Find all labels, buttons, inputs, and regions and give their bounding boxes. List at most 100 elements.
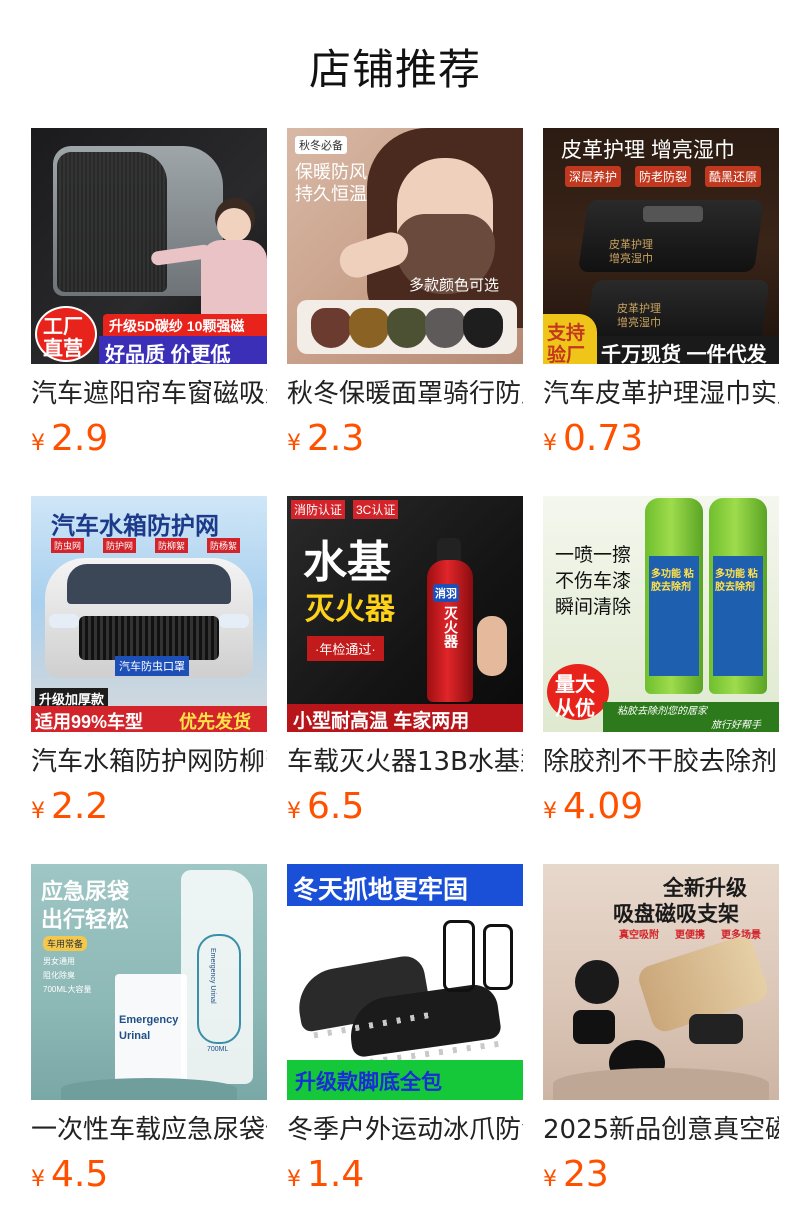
image-text: 粘胶去除剂您的居家 — [617, 706, 707, 717]
image-chip: 深层养护 — [565, 166, 622, 187]
image-text: 不伤车漆 — [555, 571, 632, 592]
image-text: 多款颜色可选 — [409, 277, 500, 294]
price-row: ¥1.4 — [287, 1154, 364, 1195]
image-banner-text: 好品质 价更低 — [105, 344, 231, 364]
product-price: 23 — [563, 1154, 609, 1195]
currency-symbol: ¥ — [287, 1167, 301, 1192]
image-text: 持久恒温 — [295, 184, 367, 204]
image-badge-text: 直营 — [43, 338, 83, 360]
image-chip: 真空吸附 — [619, 930, 659, 941]
image-text: 旅行好帮手 — [711, 720, 761, 731]
product-title[interactable]: 汽车遮阳帘车窗磁吸遮阳挡 — [31, 378, 267, 410]
product-image[interactable]: 一喷一擦 不伤车漆 瞬间清除 多功能 粘胶去除剂 多功能 粘胶去除剂 量大 从优… — [543, 496, 779, 732]
product-price: 0.73 — [563, 418, 644, 459]
currency-symbol: ¥ — [543, 431, 557, 456]
image-text: 消羽 — [433, 584, 459, 602]
image-tag: 秋冬必备 — [295, 136, 347, 154]
image-text: 700ML — [207, 1046, 229, 1053]
image-heading: 冬天抓地更牢固 — [293, 876, 469, 904]
product-card[interactable]: 汽车水箱防护网 防虫网 防护网 防柳絮 防杨絮 汽车防虫口罩 升级加厚款 适用9… — [31, 496, 267, 864]
image-text: 瞬间清除 — [555, 597, 632, 618]
price-row: ¥4.5 — [31, 1154, 108, 1195]
image-chip: 酷黑还原 — [705, 166, 762, 187]
product-image[interactable]: 皮革护理 增亮湿巾 深层养护 防老防裂 酷黑还原 皮革护理 增亮湿巾 皮革护理 … — [543, 128, 779, 364]
image-text: Urinal — [119, 1030, 151, 1042]
product-card[interactable]: 应急尿袋 出行轻松 车用常备 男女通用 阻化除臭 700ML大容量 Emerge… — [31, 864, 267, 1232]
image-big-text: 水基 — [303, 538, 391, 587]
currency-symbol: ¥ — [31, 431, 45, 456]
product-image[interactable]: 全新升级 吸盘磁吸支架 真空吸附 更便携 更多场景 — [543, 864, 779, 1100]
image-banner-text: 升级5D碳纱 10颗强磁 — [109, 318, 245, 334]
product-title[interactable]: 除胶剂不干胶去除剂多功能 — [543, 746, 779, 778]
image-heading: 吸盘磁吸支架 — [613, 903, 739, 926]
product-card[interactable]: 冬天抓地更牢固 升级款脚底全包 冬季户外运动冰爪防滑鞋套 ¥1.4 — [287, 864, 523, 1232]
image-text: 阻化除臭 — [43, 971, 75, 980]
image-text: 一喷一擦 — [555, 545, 632, 566]
product-card[interactable]: 一喷一擦 不伤车漆 瞬间清除 多功能 粘胶去除剂 多功能 粘胶去除剂 量大 从优… — [543, 496, 779, 864]
product-image[interactable]: 汽车水箱防护网 防虫网 防护网 防柳絮 防杨絮 汽车防虫口罩 升级加厚款 适用9… — [31, 496, 267, 732]
image-heading: 出行轻松 — [41, 907, 130, 932]
image-chip: 防虫网 — [51, 538, 85, 553]
product-card[interactable]: 秋冬必备 保暖防风 持久恒温 多款颜色可选 秋冬保暖面罩骑行防风口罩 ¥2.3 — [287, 128, 523, 496]
image-text: ·年检通过· — [307, 636, 384, 661]
price-row: ¥23 — [543, 1154, 609, 1195]
product-grid: 工厂 直营 升级5D碳纱 10颗强磁 好品质 价更低 汽车遮阳帘车窗磁吸遮阳挡 … — [31, 128, 779, 1232]
product-image[interactable]: 冬天抓地更牢固 升级款脚底全包 — [287, 864, 523, 1100]
image-tag: 3C认证 — [353, 500, 399, 519]
product-price: 2.9 — [51, 418, 109, 459]
image-badge-text: 验厂 — [547, 345, 586, 364]
currency-symbol: ¥ — [543, 1167, 557, 1192]
image-heading: 汽车水箱防护网 — [51, 513, 219, 540]
image-chip: 防柳絮 — [155, 538, 189, 553]
product-price: 1.4 — [307, 1154, 365, 1195]
image-text: Emergency — [119, 1014, 179, 1026]
image-heading: 皮革护理 增亮湿巾 — [561, 139, 735, 162]
product-card[interactable]: 全新升级 吸盘磁吸支架 真空吸附 更便携 更多场景 2025新品创意真空磁吸支架… — [543, 864, 779, 1232]
product-title[interactable]: 秋冬保暖面罩骑行防风口罩 — [287, 378, 523, 410]
image-text: 增亮湿巾 — [617, 317, 661, 329]
price-row: ¥4.09 — [543, 786, 643, 827]
image-chip: 防老防裂 — [635, 166, 692, 187]
currency-symbol: ¥ — [31, 1167, 45, 1192]
product-title[interactable]: 车载灭火器13B水基型灭火器 — [287, 746, 523, 778]
product-image[interactable]: 秋冬必备 保暖防风 持久恒温 多款颜色可选 — [287, 128, 523, 364]
product-title[interactable]: 一次性车载应急尿袋便携 — [31, 1114, 267, 1146]
image-text: 700ML大容量 — [43, 985, 92, 994]
image-banner-text: 优先发货 — [179, 712, 251, 732]
image-text: 灭火器 — [443, 606, 459, 648]
product-image[interactable]: 消防认证 3C认证 水基 灭火器 ·年检通过· 消羽 灭火器 小型耐高温 车家两… — [287, 496, 523, 732]
price-row: ¥6.5 — [287, 786, 364, 827]
product-title[interactable]: 汽车皮革护理湿巾实用清洁 — [543, 378, 779, 410]
image-chip: 防杨絮 — [207, 538, 241, 553]
product-title[interactable]: 2025新品创意真空磁吸支架 — [543, 1114, 779, 1146]
product-image[interactable]: 工厂 直营 升级5D碳纱 10颗强磁 好品质 价更低 — [31, 128, 267, 364]
price-row: ¥0.73 — [543, 418, 643, 459]
product-price: 2.3 — [307, 418, 365, 459]
price-row: ¥2.3 — [287, 418, 364, 459]
product-title[interactable]: 汽车水箱防护网防柳絮防虫网 — [31, 746, 267, 778]
image-big-text: 灭火器 — [305, 593, 395, 626]
product-title[interactable]: 冬季户外运动冰爪防滑鞋套 — [287, 1114, 523, 1146]
currency-symbol: ¥ — [287, 799, 301, 824]
product-price: 6.5 — [307, 786, 365, 827]
image-banner-text: 升级款脚底全包 — [295, 1071, 442, 1094]
image-tag: 消防认证 — [291, 500, 346, 519]
currency-symbol: ¥ — [543, 799, 557, 824]
product-card[interactable]: 消防认证 3C认证 水基 灭火器 ·年检通过· 消羽 灭火器 小型耐高温 车家两… — [287, 496, 523, 864]
image-text: 多功能 粘胶去除剂 — [651, 569, 694, 593]
product-card[interactable]: 工厂 直营 升级5D碳纱 10颗强磁 好品质 价更低 汽车遮阳帘车窗磁吸遮阳挡 … — [31, 128, 267, 496]
product-image[interactable]: 应急尿袋 出行轻松 车用常备 男女通用 阻化除臭 700ML大容量 Emerge… — [31, 864, 267, 1100]
image-banner-text: 千万现货 一件代发 — [601, 344, 767, 364]
image-text: Emergency Urinal — [209, 948, 216, 1004]
image-badge-text: 从优 — [555, 698, 595, 720]
image-text: 汽车防虫口罩 — [115, 656, 189, 676]
image-banner-text: 小型耐高温 车家两用 — [293, 711, 470, 732]
page-title: 店铺推荐 — [308, 45, 481, 94]
product-card[interactable]: 皮革护理 增亮湿巾 深层养护 防老防裂 酷黑还原 皮革护理 增亮湿巾 皮革护理 … — [543, 128, 779, 496]
image-chip: 防护网 — [103, 538, 137, 553]
image-chip: 更便携 — [675, 930, 705, 941]
image-text: 男女通用 — [43, 957, 75, 966]
image-tag: 车用常备 — [43, 936, 88, 951]
price-row: ¥2.2 — [31, 786, 108, 827]
product-price: 4.09 — [563, 786, 644, 827]
